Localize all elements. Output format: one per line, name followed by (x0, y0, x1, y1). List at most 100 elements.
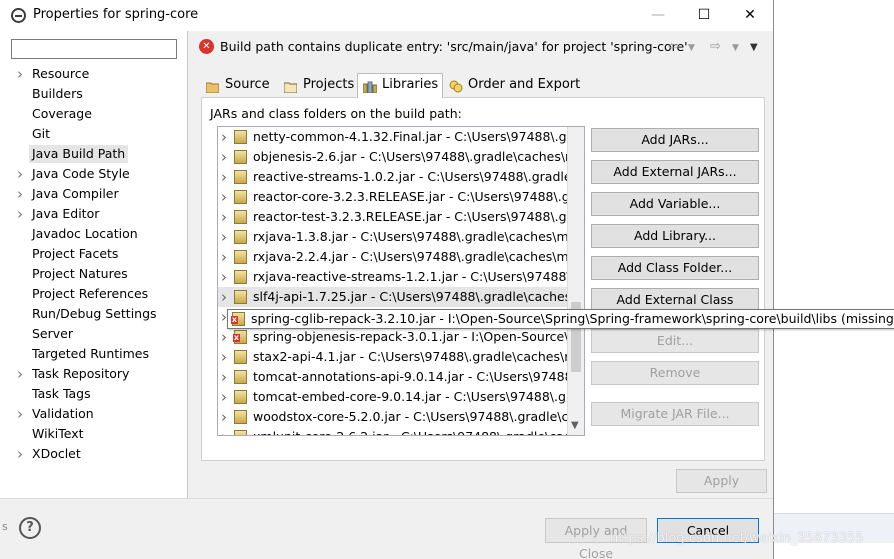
chevron-right-icon[interactable]: › (221, 127, 227, 147)
chevron-right-icon[interactable]: › (17, 364, 23, 384)
sidebar-item-label: Server (32, 326, 73, 341)
forward-arrow-icon[interactable]: ⇨ (710, 39, 721, 54)
jar-list[interactable]: › netty-common-4.1.32.Final.jar - C:\User… (217, 126, 585, 436)
tab-libraries[interactable]: Libraries (357, 73, 443, 98)
back-arrow-icon[interactable]: ⇦ (668, 39, 679, 54)
sidebar-item[interactable]: Run/Debug Settings (0, 304, 187, 324)
view-menu-icon[interactable]: ▼ (750, 42, 758, 53)
chevron-right-icon[interactable]: › (221, 327, 227, 347)
sidebar-item[interactable]: Project Facets (0, 244, 187, 264)
jar-item[interactable]: › netty-common-4.1.32.Final.jar - C:\User… (218, 127, 584, 147)
sidebar-item[interactable]: Javadoc Location (0, 224, 187, 244)
sidebar-item[interactable]: › Java Editor (0, 204, 187, 224)
chevron-right-icon[interactable]: › (17, 404, 23, 424)
edit-button[interactable]: Edit... (591, 329, 759, 353)
sidebar-item[interactable]: Project References (0, 284, 187, 304)
tab-projects[interactable]: Projects (279, 74, 358, 97)
jar-item[interactable]: › reactor-core-3.2.3.RELEASE.jar - C:\Use… (218, 187, 584, 207)
sidebar-item[interactable]: Git (0, 124, 187, 144)
chevron-right-icon[interactable]: › (221, 347, 227, 367)
apply-button[interactable]: Apply (676, 469, 767, 493)
libraries-label: JARs and class folders on the build path… (210, 106, 462, 121)
sidebar-item-label: XDoclet (32, 446, 81, 461)
jar-item[interactable]: › woodstox-core-5.2.0.jar - C:\Users\9748… (218, 407, 584, 427)
sidebar-item[interactable]: › XDoclet (0, 444, 187, 464)
message-bar: ✕ Build path contains duplicate entry: '… (188, 31, 773, 65)
jar-item[interactable]: › tomcat-annotations-api-9.0.14.jar - C:\… (218, 367, 584, 387)
sidebar-item[interactable]: › Resource (0, 64, 187, 84)
sidebar-item-label: Java Build Path (29, 145, 129, 163)
add-variable-button[interactable]: Add Variable... (591, 192, 759, 216)
jar-item[interactable]: › rxjava-2.2.4.jar - C:\Users\97488\.grad… (218, 247, 584, 267)
jar-item[interactable]: › reactor-test-3.2.3.RELEASE.jar - C:\Use… (218, 207, 584, 227)
chevron-right-icon[interactable]: › (221, 367, 227, 387)
add-library-button[interactable]: Add Library... (591, 224, 759, 248)
sidebar-item[interactable]: Server (0, 324, 187, 344)
chevron-right-icon[interactable]: › (221, 207, 227, 227)
tab-source[interactable]: Source (201, 74, 278, 97)
sidebar-item[interactable]: › Java Compiler (0, 184, 187, 204)
property-pages-tree: › Resource Builders Coverage Git Java Build P… (0, 64, 187, 464)
back-menu-chevron-icon[interactable]: ▼ (688, 43, 695, 53)
chevron-right-icon[interactable]: › (221, 387, 227, 407)
chevron-right-icon[interactable]: › (221, 287, 227, 307)
minimize-button[interactable]: — (635, 0, 681, 31)
sidebar-item[interactable]: Project Natures (0, 264, 187, 284)
add-class-folder-button[interactable]: Add Class Folder... (591, 256, 759, 280)
jar-item[interactable]: › rxjava-reactive-streams-1.2.1.jar - C:\… (218, 267, 584, 287)
remove-button[interactable]: Remove (591, 361, 759, 385)
chevron-right-icon[interactable]: › (221, 407, 227, 427)
sidebar-item-label: Java Code Style (32, 166, 130, 181)
filter-input[interactable] (11, 39, 177, 59)
jar-icon (234, 230, 247, 244)
bottom-divider (0, 498, 773, 499)
chevron-right-icon[interactable]: › (221, 247, 227, 267)
missing-jar-icon (231, 312, 245, 326)
chevron-right-icon[interactable]: › (221, 167, 227, 187)
jar-item-label: stax2-api-4.1.jar - C:\Users\97488\.grad… (253, 349, 585, 364)
title-bar[interactable]: Properties for spring-core — ☐ ✕ (0, 0, 773, 31)
add-external-jars-button[interactable]: Add External JARs... (591, 160, 759, 184)
chevron-right-icon[interactable]: › (17, 204, 23, 224)
window-title: Properties for spring-core (33, 7, 199, 22)
chevron-right-icon[interactable]: › (221, 227, 227, 247)
chevron-right-icon[interactable]: › (17, 64, 23, 84)
chevron-right-icon[interactable]: › (17, 444, 23, 464)
jar-item[interactable]: › rxjava-1.3.8.jar - C:\Users\97488\.grad… (218, 227, 584, 247)
sidebar-item[interactable]: › Task Repository (0, 364, 187, 384)
chevron-right-icon[interactable]: › (17, 184, 23, 204)
jar-item[interactable]: › stax2-api-4.1.jar - C:\Users\97488\.gra… (218, 347, 584, 367)
sidebar-item[interactable]: Java Build Path (0, 144, 187, 164)
maximize-button[interactable]: ☐ (681, 0, 727, 31)
jar-item[interactable]: › reactive-streams-1.0.2.jar - C:\Users\9… (218, 167, 584, 187)
jar-item[interactable]: › xmlunit-core-2.6.2.jar - C:\Users\97488… (218, 427, 584, 435)
chevron-right-icon[interactable]: › (221, 267, 227, 287)
help-icon[interactable]: ? (19, 517, 41, 539)
forward-menu-chevron-icon[interactable]: ▼ (732, 43, 739, 53)
sidebar-item[interactable]: WikiText (0, 424, 187, 444)
jar-item[interactable]: › spring-objenesis-repack-3.0.1.jar - I:\… (218, 327, 584, 347)
jar-item-label: tomcat-embed-core-9.0.14.jar - C:\Users\… (253, 389, 585, 404)
chevron-right-icon[interactable]: › (17, 164, 23, 184)
close-button[interactable]: ✕ (727, 0, 773, 31)
sidebar-item[interactable]: Task Tags (0, 384, 187, 404)
scroll-down-icon[interactable]: ▼ (571, 420, 579, 431)
tab-order-and-export[interactable]: Order and Export (444, 74, 580, 97)
chevron-right-icon[interactable]: › (221, 427, 227, 435)
jar-item-label: reactor-test-3.2.3.RELEASE.jar - C:\User… (253, 209, 585, 224)
sidebar-item[interactable]: Coverage (0, 104, 187, 124)
sidebar-item[interactable]: Builders (0, 84, 187, 104)
jar-item[interactable]: › slf4j-api-1.7.25.jar - C:\Users\97488\.… (218, 287, 584, 307)
jar-icon (234, 370, 247, 384)
sidebar-item[interactable]: Targeted Runtimes (0, 344, 187, 364)
sidebar-item-label: Resource (32, 66, 90, 81)
jar-item[interactable]: › tomcat-embed-core-9.0.14.jar - C:\Users… (218, 387, 584, 407)
migrate-jar-button[interactable]: Migrate JAR File... (591, 402, 759, 426)
chevron-right-icon[interactable]: › (221, 187, 227, 207)
sidebar-item[interactable]: › Validation (0, 404, 187, 424)
chevron-right-icon[interactable]: › (221, 147, 227, 167)
sidebar-item[interactable]: › Java Code Style (0, 164, 187, 184)
add-jars-button[interactable]: Add JARs... (591, 128, 759, 152)
jar-item[interactable]: › objenesis-2.6.jar - C:\Users\97488\.gra… (218, 147, 584, 167)
jar-list-scrollbar[interactable]: ▼ (567, 127, 584, 435)
